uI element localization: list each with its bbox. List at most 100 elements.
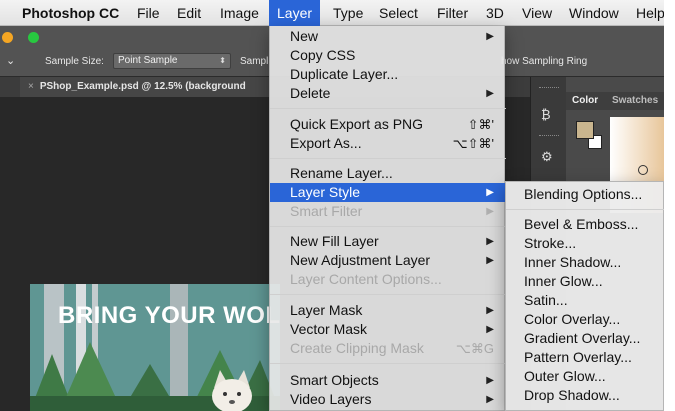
menu-filter[interactable]: Filter [437,0,468,26]
menu-item-vector-mask[interactable]: Vector Mask ▶ [270,320,506,339]
menu-help[interactable]: Help [636,0,664,26]
submenu-item-satin[interactable]: Satin... [506,291,664,310]
submenu-arrow-icon: ▶ [486,187,494,198]
submenu-item-stroke[interactable]: Stroke... [506,234,664,253]
show-sampling-ring-label[interactable]: how Sampling Ring [501,56,587,67]
character-panel-icon[interactable]: ₿ [541,107,551,122]
menu-item-create-clipping-mask[interactable]: Create Clipping Mask ⌥⌘G [270,339,506,358]
menu-item-label: Rename Layer... [290,165,393,181]
menu-item-label: New Adjustment Layer [290,252,431,268]
submenu-item-bevel-emboss[interactable]: Bevel & Emboss... [506,215,664,234]
menu-item-label: Layer Mask [290,302,363,318]
menu-item-label: New [290,28,319,44]
menu-item-label: Delete [290,85,331,101]
submenu-item-blending-options[interactable]: Blending Options... [506,185,664,204]
submenu-item-drop-shadow[interactable]: Drop Shadow... [506,386,664,405]
menu-type[interactable]: Type [333,0,363,26]
sample-size-value: Point Sample [118,55,178,66]
menu-view[interactable]: View [522,0,552,26]
menu-item-label: Vector Mask [290,321,368,337]
menu-layer[interactable]: Layer [269,0,321,26]
submenu-arrow-icon: ▶ [486,375,494,386]
menu-3d[interactable]: 3D [486,0,504,26]
select-arrows-icon: ⬍ [219,56,226,65]
menu-item-label: Layer Content Options... [290,271,442,287]
tab-swatches[interactable]: Swatches [612,92,658,110]
layer-menu: New ▶ Copy CSS Duplicate Layer... Delete ▶… [269,26,506,411]
menu-item-label: Export As... [290,135,362,151]
menu-image[interactable]: Image [220,0,259,26]
sample-size-label: Sample Size: [45,56,104,67]
submenu-arrow-icon: ▶ [486,394,494,405]
artwork-headline: BRING YOUR WOL [58,302,280,329]
menu-item-label: New Fill Layer [290,233,379,249]
menu-item-label: Smart Objects [290,372,379,388]
menu-app-name[interactable]: Photoshop CC [22,0,119,26]
submenu-arrow-icon: ▶ [486,31,494,42]
submenu-item-outer-glow[interactable]: Outer Glow... [506,367,664,386]
close-tab-icon[interactable]: × [28,81,34,92]
submenu-arrow-icon: ▶ [486,324,494,335]
submenu-item-color-overlay[interactable]: Color Overlay... [506,310,664,329]
submenu-item-pattern-overlay[interactable]: Pattern Overlay... [506,348,664,367]
menu-item-layer-content-options[interactable]: Layer Content Options... [270,270,506,289]
submenu-item-gradient-overlay[interactable]: Gradient Overlay... [506,329,664,348]
color-picker-ring[interactable] [638,165,648,175]
menu-item-smart-objects[interactable]: Smart Objects ▶ [270,371,506,390]
menu-separator [270,363,506,364]
menu-window[interactable]: Window [569,0,619,26]
artwork-image: BRING YOUR WOL [30,284,280,411]
menu-item-label: Video Layers [290,391,372,407]
document-tab[interactable]: × PShop_Example.psd @ 12.5% (background [20,77,270,97]
foreground-color-swatch[interactable] [576,121,594,139]
menu-shortcut: ⌥⌘G [455,341,494,356]
menu-item-video-layers[interactable]: Video Layers ▶ [270,390,506,409]
submenu-item-inner-shadow[interactable]: Inner Shadow... [506,253,664,272]
dock-grip[interactable] [539,87,559,90]
submenu-arrow-icon: ▶ [486,236,494,247]
wolf-illustration [212,370,252,411]
dock-grip[interactable] [539,135,559,138]
photoshop-window: Photoshop CC File Edit Image Layer Type … [0,0,664,411]
menu-item-delete[interactable]: Delete ▶ [270,84,506,103]
submenu-arrow-icon: ▶ [486,88,494,99]
menu-item-export-as[interactable]: Export As... ⌥⇧⌘' [270,134,506,153]
tool-preset-chevron-icon[interactable]: ⌄ [6,54,15,67]
submenu-arrow-icon: ▶ [486,305,494,316]
document-title: PShop_Example.psd @ 12.5% (background [39,81,246,92]
menu-shortcut: ⌥⇧⌘' [452,136,494,151]
layer-style-submenu: Blending Options... Bevel & Emboss... St… [505,181,664,411]
menu-separator [270,294,506,295]
menu-item-label: Duplicate Layer... [290,66,399,82]
menu-item-copy-css[interactable]: Copy CSS [270,46,506,65]
menu-item-layer-style[interactable]: Layer Style ▶ [270,183,506,202]
menu-item-rename-layer[interactable]: Rename Layer... [270,164,506,183]
menu-item-layer-mask[interactable]: Layer Mask ▶ [270,301,506,320]
menu-shortcut: ⇧⌘' [467,117,494,132]
menu-item-new[interactable]: New ▶ [270,27,506,46]
zoom-button[interactable] [28,32,39,43]
menu-select[interactable]: Select [379,0,418,26]
submenu-item-inner-glow[interactable]: Inner Glow... [506,272,664,291]
submenu-arrow-icon: ▶ [486,206,494,217]
sample-label: Sampl [240,56,269,67]
menu-item-smart-filter[interactable]: Smart Filter ▶ [270,202,506,221]
gear-panel-icon[interactable]: ⚙ [541,149,553,165]
menu-item-duplicate-layer[interactable]: Duplicate Layer... [270,65,506,84]
menu-item-label: Layer Style [290,184,361,200]
menu-item-label: Smart Filter [290,203,363,219]
menu-item-new-adjustment-layer[interactable]: New Adjustment Layer ▶ [270,251,506,270]
tab-color[interactable]: Color [572,92,598,110]
menu-separator [270,108,506,109]
menu-item-new-fill-layer[interactable]: New Fill Layer ▶ [270,232,506,251]
menu-item-label: Copy CSS [290,47,356,63]
menu-edit[interactable]: Edit [177,0,201,26]
menu-file[interactable]: File [137,0,160,26]
menu-separator [270,158,506,159]
sample-size-select[interactable]: Point Sample ⬍ [113,53,231,69]
menu-item-quick-export-png[interactable]: Quick Export as PNG ⇧⌘' [270,115,506,134]
minimize-button[interactable] [2,32,13,43]
menu-item-label: Quick Export as PNG [290,116,424,132]
menu-separator [270,226,506,227]
menu-bar: Photoshop CC File Edit Image Layer Type … [0,0,664,26]
